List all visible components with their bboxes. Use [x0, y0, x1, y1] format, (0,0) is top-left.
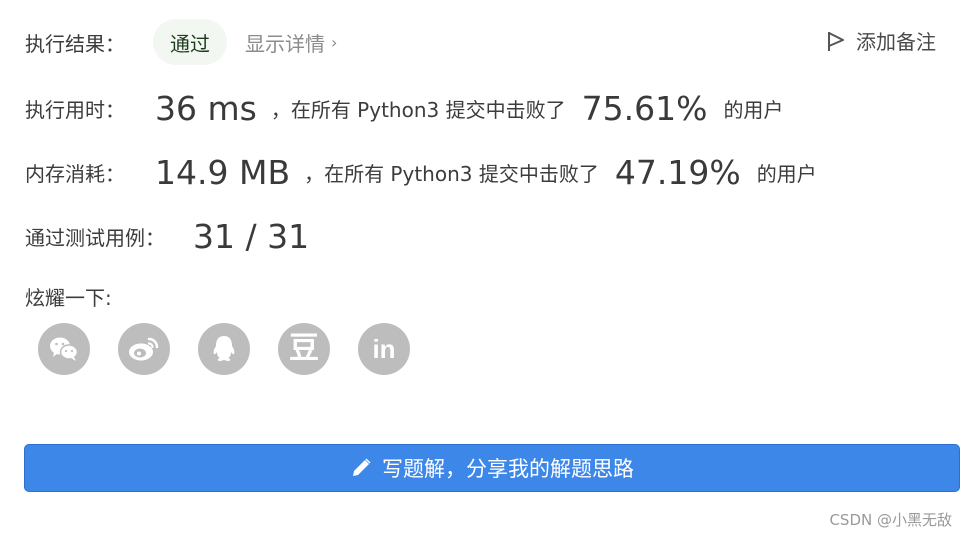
testcases-value: 31 / 31	[193, 216, 310, 256]
result-label: 执行结果：	[25, 31, 125, 56]
runtime-value: 36 ms	[155, 88, 257, 128]
testcases-label: 通过测试用例：	[25, 225, 165, 250]
write-solution-button[interactable]: 写题解，分享我的解题思路	[24, 444, 960, 492]
add-note-label: 添加备注	[856, 30, 936, 54]
show-details-label: 显示详情	[245, 31, 325, 56]
memory-row: 内存消耗： 14.9 MB ，在所有 Python3 提交中击败了 47.19%…	[25, 150, 817, 194]
share-linkedin-button[interactable]: in	[358, 323, 410, 375]
watermark: CSDN @小黑无敌	[829, 511, 952, 529]
memory-suffix: 的用户	[756, 161, 817, 186]
memory-percent: 47.19%	[614, 152, 741, 192]
memory-label: 内存消耗：	[25, 161, 125, 186]
runtime-suffix: 的用户	[723, 97, 784, 122]
share-weibo-button[interactable]	[118, 323, 170, 375]
douban-icon: 豆	[289, 331, 319, 366]
share-icons: 豆 in	[38, 323, 438, 375]
flag-icon	[828, 31, 844, 51]
memory-text: ，在所有 Python3 提交中击败了	[304, 161, 599, 186]
write-solution-label: 写题解，分享我的解题思路	[382, 457, 634, 481]
share-qq-button[interactable]	[198, 323, 250, 375]
share-wechat-button[interactable]	[38, 323, 90, 375]
share-douban-button[interactable]: 豆	[278, 323, 330, 375]
wechat-icon	[50, 337, 79, 361]
submission-result-panel: 执行结果： 通过 显示详情 › 添加备注 执行用时： 36 ms ，在所有 Py…	[0, 0, 966, 538]
show-details-link[interactable]: 显示详情 ›	[245, 28, 337, 57]
chevron-right-icon: ›	[331, 32, 338, 52]
runtime-percent: 75.61%	[581, 88, 708, 128]
runtime-label: 执行用时：	[25, 97, 125, 122]
qq-icon	[213, 336, 235, 361]
result-row: 执行结果： 通过 显示详情 ›	[25, 18, 337, 66]
add-note-button[interactable]: 添加备注	[826, 26, 936, 55]
memory-value: 14.9 MB	[155, 152, 291, 192]
runtime-text: ，在所有 Python3 提交中击败了	[270, 97, 566, 122]
testcases-row: 通过测试用例： 31 / 31	[25, 214, 309, 258]
status-badge: 通过	[153, 19, 227, 65]
linkedin-icon: in	[372, 334, 396, 364]
share-row: 炫耀一下:	[25, 280, 112, 312]
weibo-icon	[129, 337, 159, 361]
runtime-row: 执行用时： 36 ms ，在所有 Python3 提交中击败了 75.61% 的…	[25, 86, 783, 130]
share-label: 炫耀一下:	[25, 285, 112, 310]
pencil-icon	[353, 458, 371, 476]
